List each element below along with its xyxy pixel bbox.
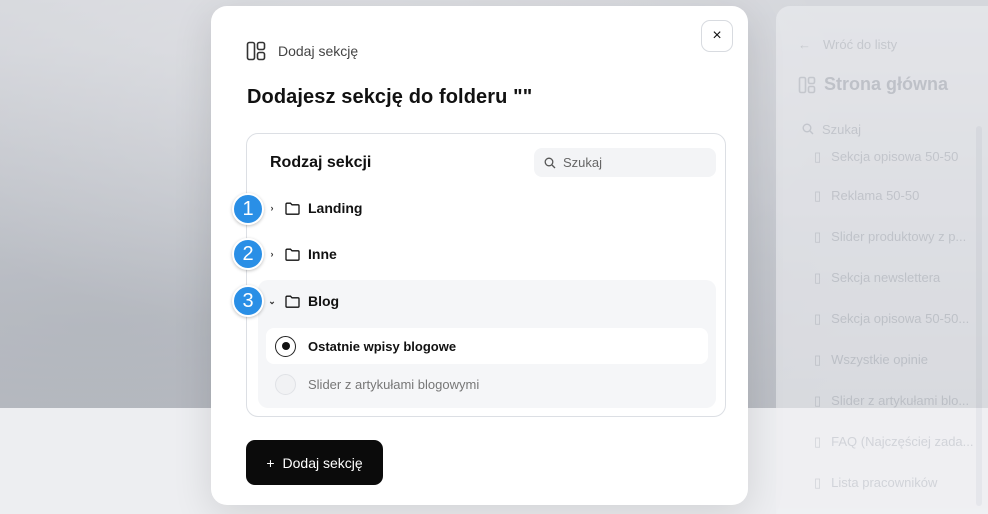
layout-icon — [246, 41, 266, 61]
add-section-modal: Dodaj sekcję × Dodajesz sekcję do folder… — [211, 6, 748, 505]
search-icon — [544, 157, 556, 168]
step-marker-2: 2 — [232, 238, 264, 270]
add-section-button-label: Dodaj sekcję — [282, 454, 363, 471]
close-button[interactable]: × — [701, 20, 733, 52]
modal-header-label: Dodaj sekcję — [278, 43, 359, 59]
add-section-button[interactable]: + Dodaj sekcję — [246, 440, 383, 485]
modal-title: Dodajesz sekcję do folderu "" — [247, 86, 533, 108]
plus-icon: + — [266, 454, 275, 471]
modal-header: Dodaj sekcję — [246, 41, 358, 61]
chevron-down-icon: ⌄ — [268, 295, 276, 306]
radio-selected-icon — [275, 335, 296, 357]
section-search[interactable] — [534, 148, 716, 177]
folder-landing[interactable]: › Landing — [267, 194, 363, 222]
chevron-right-icon: › — [270, 249, 274, 259]
folder-label: Inne — [308, 246, 337, 262]
folder-label: Landing — [308, 200, 363, 216]
option-label: Ostatnie wpisy blogowe — [308, 338, 457, 354]
step-marker-3: 3 — [232, 285, 264, 317]
radio-unselected-icon — [275, 373, 296, 395]
option-ostatnie-wpisy-blogowe[interactable]: Ostatnie wpisy blogowe — [266, 328, 708, 364]
section-type-label: Rodzaj sekcji — [270, 154, 372, 171]
folder-icon — [285, 202, 300, 215]
option-slider-z-artykulami-blogowymi[interactable]: Slider z artykułami blogowymi — [266, 366, 708, 402]
folder-blog[interactable]: ⌄ Blog — [267, 287, 339, 315]
folder-icon — [285, 248, 300, 261]
folder-label: Blog — [308, 293, 340, 309]
folder-icon — [285, 295, 300, 308]
chevron-right-icon: › — [270, 203, 274, 213]
folder-inne[interactable]: › Inne — [267, 240, 337, 268]
step-marker-1: 1 — [232, 193, 264, 225]
search-input[interactable] — [563, 155, 703, 170]
close-icon: × — [712, 27, 722, 44]
section-type-box: Rodzaj sekcji › Landing › Inne Ostatnie … — [246, 133, 726, 417]
option-label: Slider z artykułami blogowymi — [308, 376, 480, 392]
